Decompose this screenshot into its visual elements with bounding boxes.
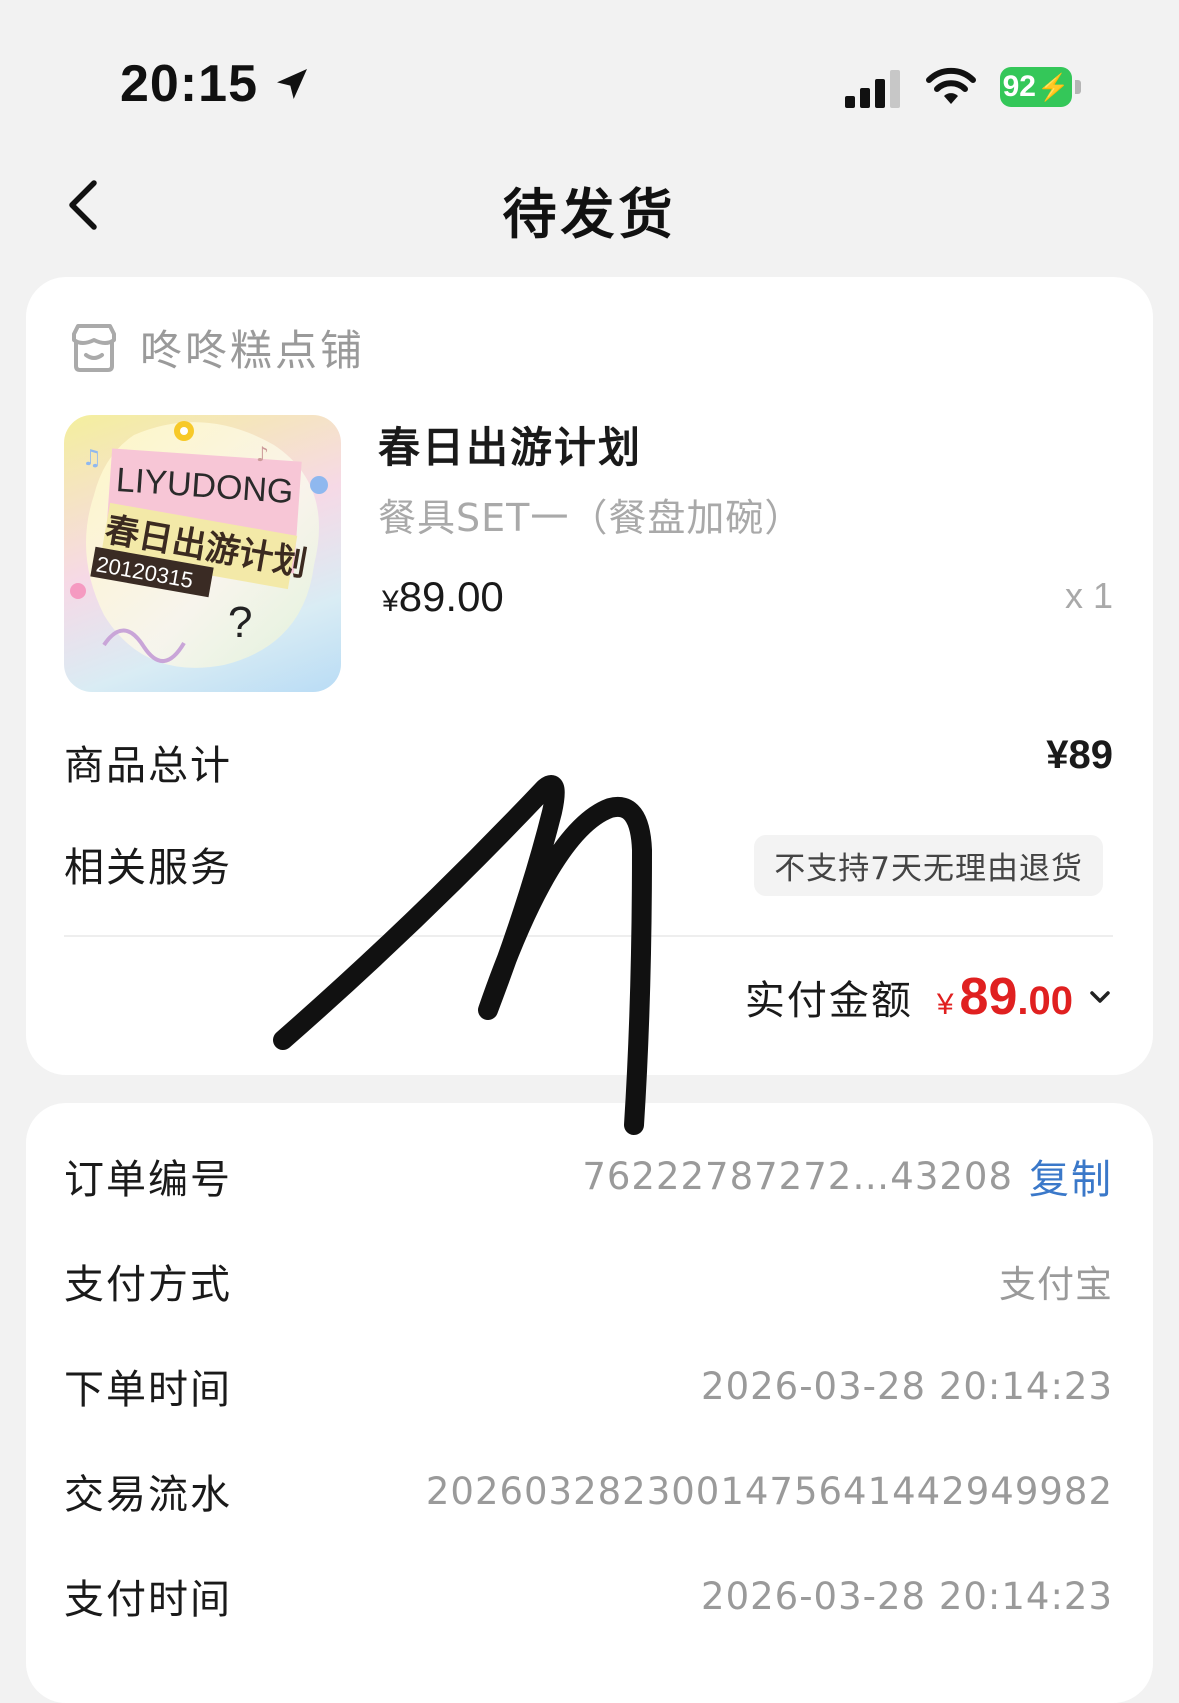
service-badge: 不支持7天无理由退货 <box>754 835 1103 896</box>
nav-bar: 待发货 <box>0 150 1179 260</box>
battery-charging-icon: 92 ⚡ <box>1000 66 1082 108</box>
order-number-label: 订单编号 <box>64 1157 232 1203</box>
order-number-right: 76222787272…43208 复制 <box>582 1147 1113 1205</box>
product-artwork: LIYUDONG 春日出游计划 20120315 ? ♫ ♪ <box>70 421 328 668</box>
bolt-icon: ⚡ <box>1037 71 1070 102</box>
svg-text:?: ? <box>228 598 252 647</box>
order-card: 咚咚糕点铺 LIYUDONG 春日出游计划 20120315 ? ♫ ♪ 春日出… <box>26 277 1153 1075</box>
product-thumbnail[interactable]: LIYUDONG 春日出游计划 20120315 ? ♫ ♪ <box>64 415 341 692</box>
status-time-text: 20:15 <box>120 55 258 113</box>
paid-amount-row[interactable]: 实付金额 ¥ 89 .00 <box>745 967 1113 1027</box>
paid-amount-integer: 89 <box>959 968 1018 1026</box>
paid-symbol: ¥ <box>936 988 954 1021</box>
battery-body: 92 ⚡ <box>1000 67 1072 107</box>
paid-amount-decimal: .00 <box>1017 979 1073 1023</box>
storefront-icon <box>72 323 116 372</box>
payment-time-row: 支付时间 2026-03-28 20:14:23 <box>64 1566 1113 1626</box>
order-number-value: 76222787272…43208 <box>582 1154 1013 1198</box>
product-price-value: 89.00 <box>398 573 504 620</box>
svg-text:♫: ♫ <box>82 446 102 471</box>
product-price-symbol: ¥ <box>382 585 399 618</box>
cellular-signal-icon <box>845 70 900 108</box>
order-time-label: 下单时间 <box>64 1367 232 1413</box>
order-info-card: 订单编号 76222787272…43208 复制 支付方式 支付宝 下单时间 … <box>26 1103 1153 1703</box>
copy-button[interactable]: 复制 <box>1029 1147 1113 1205</box>
svg-text:♪: ♪ <box>256 442 269 466</box>
order-time-value: 2026-03-28 20:14:23 <box>701 1364 1113 1408</box>
battery-tip <box>1075 80 1081 94</box>
service-label: 相关服务 <box>64 845 232 891</box>
payment-method-value: 支付宝 <box>999 1263 1113 1306</box>
divider <box>64 935 1113 937</box>
order-number-row: 订单编号 76222787272…43208 复制 <box>64 1146 1113 1206</box>
payment-time-label: 支付时间 <box>64 1577 232 1623</box>
product-title[interactable]: 春日出游计划 <box>378 414 642 475</box>
trade-number-value: 2026032823001475641442949982 <box>425 1469 1113 1513</box>
payment-time-value: 2026-03-28 20:14:23 <box>701 1574 1113 1618</box>
status-time: 20:15 <box>120 54 312 114</box>
subtotal-label: 商品总计 <box>64 743 232 789</box>
wifi-icon <box>926 67 976 104</box>
chevron-down-icon[interactable] <box>1087 984 1113 1010</box>
status-bar: 20:15 92 ⚡ <box>0 0 1179 170</box>
page-title: 待发货 <box>502 183 677 246</box>
subtotal-value: ¥89 <box>1046 733 1113 777</box>
trade-number-row: 交易流水 2026032823001475641442949982 <box>64 1461 1113 1521</box>
store-row[interactable]: 咚咚糕点铺 <box>66 317 365 378</box>
payment-method-label: 支付方式 <box>64 1262 232 1308</box>
paid-label: 实付金额 <box>744 978 913 1024</box>
store-name: 咚咚糕点铺 <box>140 326 366 375</box>
product-variant: 餐具SET一（餐盘加碗） <box>378 496 804 540</box>
order-time-row: 下单时间 2026-03-28 20:14:23 <box>64 1356 1113 1416</box>
product-quantity: x 1 <box>1064 575 1113 616</box>
product-price: ¥89.00 <box>382 573 504 621</box>
battery-level: 92 <box>1002 70 1036 103</box>
location-arrow-icon <box>277 69 307 99</box>
trade-number-label: 交易流水 <box>64 1472 232 1518</box>
payment-method-row: 支付方式 支付宝 <box>64 1251 1113 1311</box>
